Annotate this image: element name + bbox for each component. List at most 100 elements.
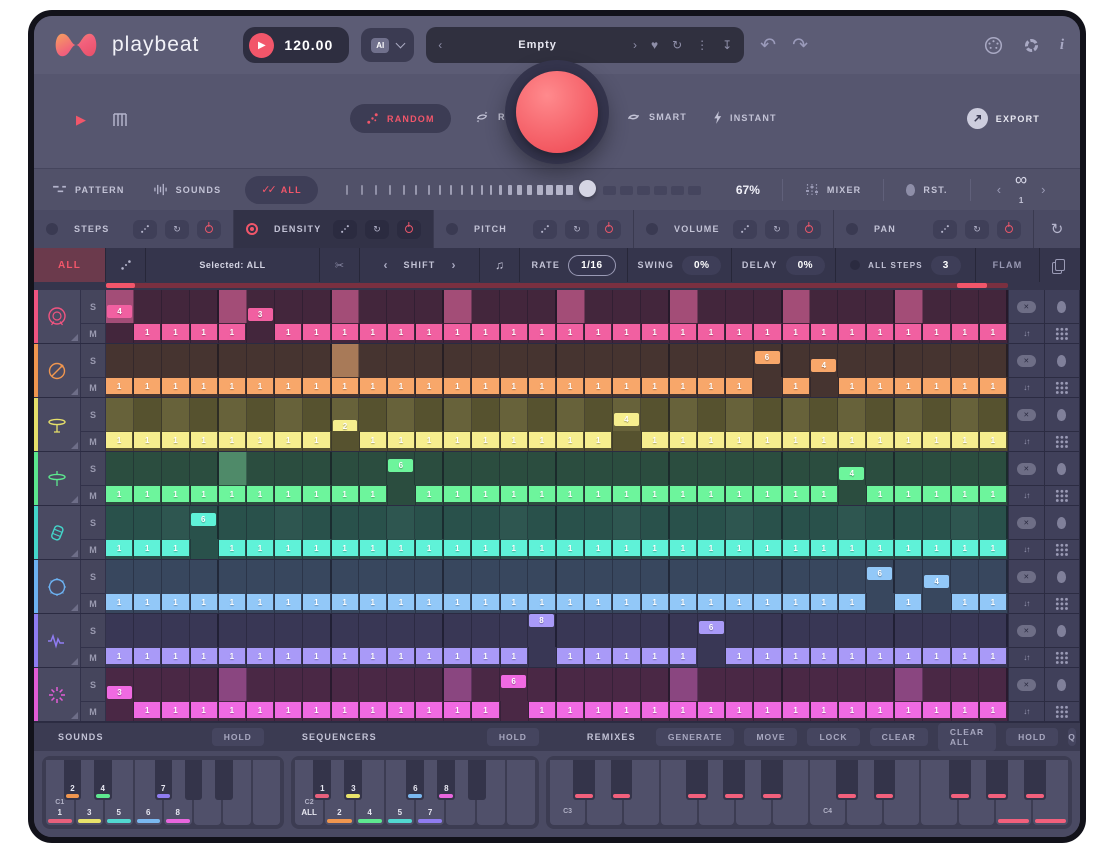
tab-loop-button[interactable]: ↻ bbox=[365, 220, 389, 239]
all-steps-radio[interactable] bbox=[850, 260, 860, 270]
step-cell[interactable] bbox=[979, 290, 1008, 323]
step-cell[interactable] bbox=[866, 398, 895, 431]
step-cell[interactable] bbox=[359, 614, 387, 647]
value-chip[interactable]: 1 bbox=[980, 594, 1006, 610]
value-chip[interactable]: 1 bbox=[388, 594, 414, 610]
step-cell[interactable] bbox=[444, 560, 472, 593]
step-cell[interactable] bbox=[698, 560, 726, 593]
value-chip[interactable]: 1 bbox=[106, 648, 132, 664]
value-chip[interactable]: 1 bbox=[867, 702, 893, 718]
value-cell[interactable]: 1 bbox=[783, 323, 811, 343]
value-cell[interactable]: 1 bbox=[303, 377, 331, 397]
tab-randomize-button[interactable] bbox=[333, 220, 357, 239]
step-cell[interactable] bbox=[698, 290, 726, 323]
value-chip[interactable]: 1 bbox=[952, 324, 978, 340]
step-cell[interactable] bbox=[698, 506, 726, 539]
value-cell[interactable]: 1 bbox=[219, 701, 247, 721]
value-chip[interactable]: 1 bbox=[360, 594, 386, 610]
value-cell[interactable]: 1 bbox=[585, 377, 613, 397]
track-icon-cell[interactable] bbox=[34, 290, 80, 343]
value-cell[interactable]: 1 bbox=[726, 647, 754, 667]
step-cell[interactable] bbox=[698, 452, 726, 485]
value-cell[interactable]: 1 bbox=[557, 323, 585, 343]
value-cell[interactable]: 1 bbox=[472, 431, 500, 451]
value-cell[interactable]: 1 bbox=[275, 593, 303, 613]
value-chip[interactable]: 1 bbox=[783, 432, 809, 448]
value-cell[interactable]: 1 bbox=[162, 485, 190, 505]
value-cell[interactable]: 1 bbox=[472, 485, 500, 505]
value-cell[interactable]: 1 bbox=[895, 539, 923, 559]
black-key[interactable] bbox=[986, 760, 1008, 800]
step-cell[interactable] bbox=[754, 398, 783, 431]
step-cell[interactable] bbox=[247, 506, 275, 539]
tab-randomize-button[interactable] bbox=[533, 220, 557, 239]
drag-handle-button[interactable] bbox=[1045, 540, 1081, 559]
delay-control[interactable]: DELAY 0% bbox=[732, 248, 836, 282]
value-cell[interactable]: 1 bbox=[754, 539, 782, 559]
value-chip[interactable]: 1 bbox=[754, 486, 780, 502]
density-value-badge[interactable]: 4 bbox=[614, 413, 639, 426]
value-cell[interactable] bbox=[247, 323, 275, 343]
density-value-badge[interactable]: 6 bbox=[699, 621, 724, 634]
value-chip[interactable]: 1 bbox=[106, 540, 132, 556]
value-cell[interactable]: 1 bbox=[952, 323, 980, 343]
step-cell[interactable] bbox=[219, 614, 247, 647]
step-cell[interactable] bbox=[838, 398, 866, 431]
step-cell[interactable] bbox=[557, 506, 585, 539]
value-chip[interactable]: 1 bbox=[754, 432, 780, 448]
step-cell[interactable] bbox=[557, 344, 585, 377]
step-cell[interactable] bbox=[557, 668, 585, 701]
loop-range-bar[interactable] bbox=[106, 283, 1008, 288]
density-value-badge[interactable]: 4 bbox=[924, 575, 949, 588]
track-icon-cell[interactable] bbox=[34, 614, 80, 667]
value-chip[interactable]: 1 bbox=[444, 648, 470, 664]
value-cell[interactable]: 1 bbox=[275, 323, 303, 343]
value-cell[interactable] bbox=[501, 701, 529, 721]
value-chip[interactable]: 1 bbox=[783, 486, 809, 502]
value-cell[interactable]: 1 bbox=[303, 539, 331, 559]
value-chip[interactable]: 1 bbox=[501, 324, 527, 340]
value-chip[interactable]: 1 bbox=[106, 594, 132, 610]
black-key[interactable] bbox=[611, 760, 633, 800]
value-cell[interactable]: 1 bbox=[134, 647, 162, 667]
value-chip[interactable]: 1 bbox=[501, 648, 527, 664]
mute-button[interactable]: M bbox=[81, 594, 105, 613]
value-chip[interactable]: 1 bbox=[416, 702, 442, 718]
step-cell[interactable] bbox=[951, 560, 979, 593]
value-chip[interactable]: 1 bbox=[557, 324, 583, 340]
step-cell[interactable] bbox=[444, 290, 472, 323]
value-cell[interactable]: 1 bbox=[923, 485, 951, 505]
step-cell[interactable] bbox=[726, 290, 754, 323]
all-steps-count-control[interactable]: ALL STEPS 3 bbox=[836, 248, 976, 282]
value-chip[interactable]: 1 bbox=[472, 702, 498, 718]
value-cell[interactable]: 1 bbox=[726, 431, 754, 451]
value-chip[interactable]: 1 bbox=[811, 486, 837, 502]
value-chip[interactable]: 1 bbox=[895, 540, 921, 556]
value-chip[interactable]: 1 bbox=[642, 486, 668, 502]
step-cell[interactable] bbox=[585, 614, 613, 647]
step-cell[interactable] bbox=[332, 560, 360, 593]
value-cell[interactable]: 1 bbox=[585, 593, 613, 613]
value-chip[interactable]: 1 bbox=[162, 378, 188, 394]
step-cell[interactable] bbox=[641, 614, 670, 647]
step-cell[interactable] bbox=[641, 398, 670, 431]
value-chip[interactable]: 1 bbox=[726, 540, 752, 556]
value-cell[interactable]: 1 bbox=[923, 539, 951, 559]
value-chip[interactable]: 1 bbox=[980, 324, 1006, 340]
step-cell[interactable] bbox=[134, 614, 162, 647]
value-cell[interactable]: 1 bbox=[895, 323, 923, 343]
value-cell[interactable]: 1 bbox=[191, 377, 219, 397]
step-cell[interactable] bbox=[641, 506, 670, 539]
value-chip[interactable]: 1 bbox=[247, 702, 273, 718]
value-chip[interactable]: 1 bbox=[360, 540, 386, 556]
value-chip[interactable]: 1 bbox=[670, 378, 696, 394]
value-cell[interactable]: 1 bbox=[642, 539, 670, 559]
value-cell[interactable]: 1 bbox=[472, 593, 500, 613]
step-cell[interactable] bbox=[162, 344, 190, 377]
page-next-button[interactable]: › bbox=[1041, 182, 1045, 197]
step-cell[interactable] bbox=[951, 614, 979, 647]
value-cell[interactable]: 1 bbox=[360, 323, 388, 343]
value-cell[interactable]: 1 bbox=[416, 323, 444, 343]
flam-toggle-button[interactable]: ↓↑ bbox=[1009, 594, 1045, 613]
value-chip[interactable]: 1 bbox=[191, 648, 217, 664]
